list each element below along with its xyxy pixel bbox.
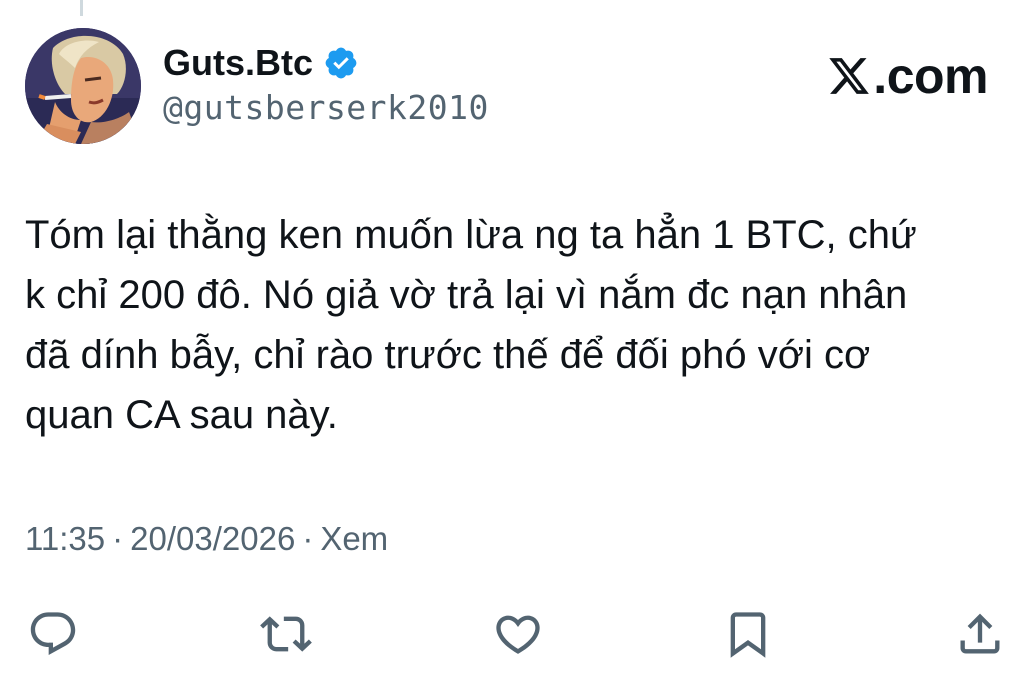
heart-icon [496, 615, 540, 654]
share-button[interactable] [952, 606, 1008, 662]
bookmark-icon [730, 612, 766, 658]
bookmark-button[interactable] [720, 606, 776, 662]
like-button[interactable] [490, 606, 546, 662]
avatar[interactable] [25, 28, 141, 144]
author-handle[interactable]: @gutsberserk2010 [163, 88, 489, 127]
thread-connector-line [80, 0, 83, 16]
reply-button[interactable] [25, 606, 81, 662]
verified-badge-icon [325, 47, 357, 79]
tweet-time[interactable]: 11:35 [25, 520, 105, 558]
author-name-row: Guts.Btc [163, 38, 359, 88]
x-logo-icon [829, 58, 870, 94]
brand-watermark: .com [827, 48, 988, 104]
meta-separator: · [302, 520, 314, 557]
brand-text: .com [873, 48, 988, 104]
retweet-button[interactable] [258, 606, 314, 662]
meta-separator: · [112, 520, 124, 557]
share-icon [960, 613, 1000, 654]
tweet-action-bar [0, 600, 1024, 666]
avatar-portrait-icon [25, 28, 141, 144]
reply-icon [30, 612, 76, 656]
views-label[interactable]: Xem [320, 520, 388, 558]
tweet-text: Tóm lại thằng ken muốn lừa ng ta hẳn 1 B… [25, 213, 917, 437]
tweet-date[interactable]: 20/03/2026 [130, 520, 295, 558]
tweet-meta: 11:35 · 20/03/2026 · Xem [25, 520, 388, 558]
retweet-icon [260, 616, 312, 652]
display-name[interactable]: Guts.Btc [163, 42, 313, 84]
